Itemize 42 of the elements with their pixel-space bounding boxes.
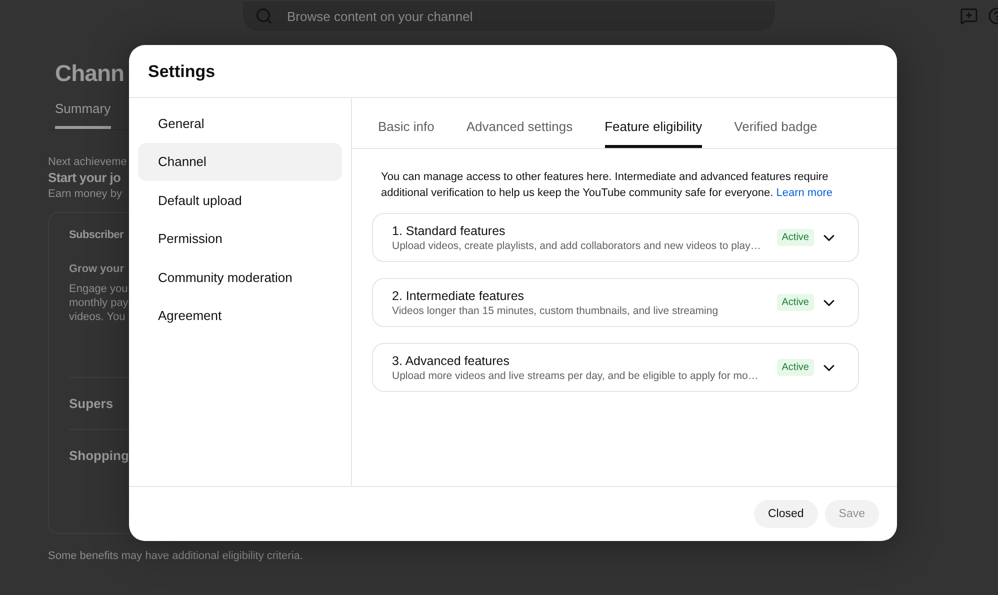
footnote: Some benefits may have additional eligibility criteria.	[48, 550, 303, 562]
status-badge: Active	[776, 359, 814, 376]
search-icon	[255, 7, 273, 25]
sidebar-item[interactable]: Permission	[138, 220, 342, 258]
tab[interactable]: Summary	[55, 101, 111, 129]
card-row-text: Shopping	[69, 447, 129, 465]
label: Next achieveme	[48, 156, 127, 168]
card-subtitle: Grow your	[69, 263, 124, 275]
sidebar-item[interactable]: Channel	[138, 142, 342, 181]
sidebar-item[interactable]: Community moderation	[138, 258, 342, 296]
tab[interactable]: Advanced settings	[466, 98, 573, 148]
feature-description: Upload more videos and live streams per day, and be eligible to apply for mo…	[392, 370, 760, 382]
heading: Start your jo	[48, 170, 121, 185]
sidebar-item[interactable]: General	[138, 104, 342, 142]
tab[interactable]: Feature eligibility	[604, 98, 702, 148]
tab[interactable]: Verified badge	[734, 98, 818, 148]
tab[interactable]: Basic info	[378, 98, 434, 148]
dialog-button[interactable]: Closed	[754, 500, 818, 528]
subheading: Earn money by	[48, 188, 122, 200]
card-text: videos. You	[69, 311, 126, 323]
card-text: Engage you	[69, 283, 128, 295]
learn-more-link[interactable]: Learn more	[776, 187, 832, 199]
card-text: monthly pay	[69, 297, 128, 309]
page-title: Chann	[54, 60, 124, 87]
feature-card[interactable]: 1. Standard features Upload videos, create playlists, and add collaborators and new videos to play… Active	[372, 213, 859, 262]
intro-text: You can manage access to other features here. Intermediate and advanced features require additional verification to help us keep the YouTube community safe for everyone. Learn more	[380, 170, 834, 201]
search-field[interactable]: Browse content on your channel	[243, 1, 775, 31]
dialog-title: Settings	[129, 45, 897, 98]
feature-description: Videos longer than 15 minutes, custom thumbnails, and live streaming	[392, 304, 720, 316]
feature-card[interactable]: 3. Advanced features Upload more videos and live streams per day, and be eligible to apply for mo… Active	[372, 343, 859, 392]
sidebar-item[interactable]: Default upload	[138, 181, 342, 220]
card-title: Subscriber	[69, 229, 124, 241]
feature-title: 3. Advanced features	[392, 354, 510, 368]
card-row-text: Supers	[69, 395, 114, 413]
status-badge: Active	[776, 294, 814, 311]
feature-title: 1. Standard features	[392, 224, 506, 238]
status-badge: Active	[776, 229, 814, 246]
feature-card[interactable]: 2. Intermediate features Videos longer than 15 minutes, custom thumbnails, and live streaming Active	[372, 278, 859, 327]
sidebar-item[interactable]: Agreement	[138, 296, 342, 335]
feature-title: 2. Intermediate features	[392, 288, 526, 302]
feature-description: Upload videos, create playlists, and add collaborators and new videos to play…	[392, 240, 762, 252]
search-input[interactable]: Browse content on your channel	[285, 8, 689, 24]
